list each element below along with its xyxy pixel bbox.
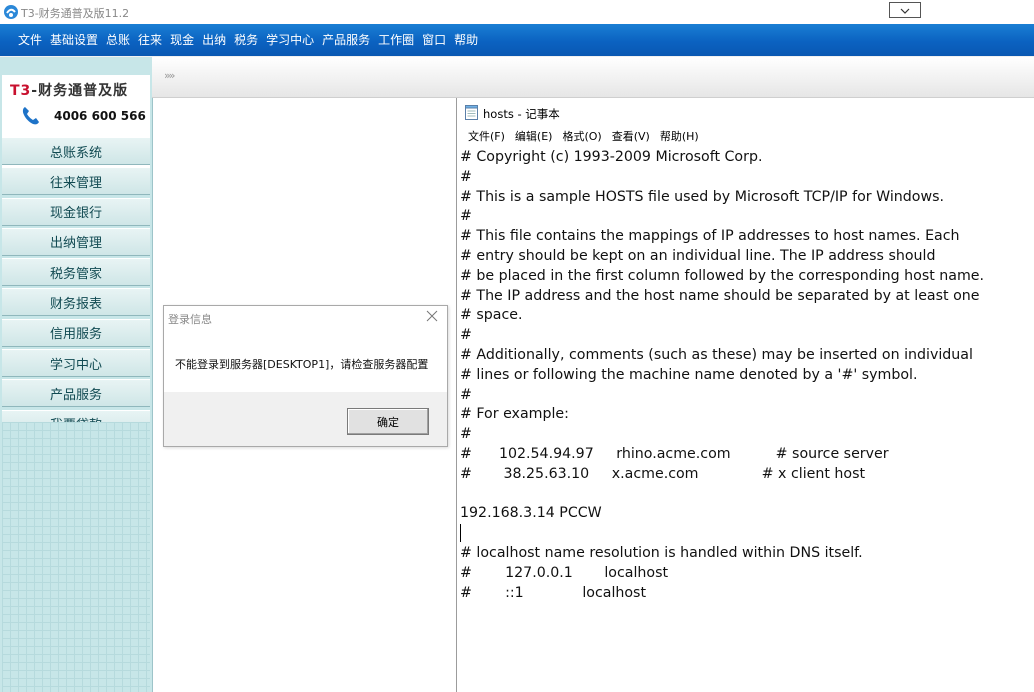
text-line: # Copyright (c) 1993-2009 Microsoft Corp… [460, 149, 763, 165]
sidebar-nav: 总账系统往来管理现金银行出纳管理税务管家财务报表信用服务学习中心产品服务我要贷款 [2, 137, 150, 440]
sidebar-item[interactable]: 财务报表 [2, 288, 150, 317]
sidebar: T3-财务通普及版 4006 600 566 总账系统 往来管理 现金银行 出纳管理税… [0, 57, 153, 692]
dialog-header: 登录信息 [164, 306, 447, 334]
notepad-title: hosts - 记事本 [483, 107, 560, 121]
brand-logo: T3-财务通普及版 [10, 80, 128, 100]
menu-item[interactable]: 往来 [134, 32, 166, 48]
menu-item[interactable]: 税务 [230, 32, 262, 48]
notepad-menu-item[interactable]: 文件(F) [463, 128, 510, 144]
sidebar-item[interactable]: 出纳管理 [2, 227, 150, 256]
sidebar-item[interactable]: 总账系统 [2, 137, 150, 165]
menu-item[interactable]: 窗口 [418, 32, 450, 48]
sidebar-background [2, 422, 150, 692]
sidebar-item[interactable]: 学习中心 [2, 349, 150, 378]
text-line: # 38.25.63.10 x.acme.com # x client host [460, 465, 866, 482]
text-line: # Additionally, comments (such as these)… [460, 346, 973, 363]
expand-sidebar-icon[interactable]: »» [164, 69, 176, 82]
main-menu-bar: 文件 基础设置 总账 往来 现金 出纳 税务 学习中心 产品服务 工作圈 窗口 帮助 [0, 24, 1034, 56]
close-icon[interactable] [426, 310, 438, 326]
text-line: # [460, 168, 472, 185]
menu-items: 文件 基础设置 总账 往来 现金 出纳 税务 学习中心 产品服务 工作圈 窗口 帮助 [14, 32, 482, 48]
text-line [460, 524, 1030, 544]
notepad-menu-item[interactable]: 编辑(E) [510, 128, 558, 144]
login-info-dialog: 登录信息 不能登录到服务器[DESKTOP1]，请检查服务器配置 确定 [163, 305, 448, 447]
text-line: # 102.54.94.97 rhino.acme.com # source s… [460, 445, 889, 462]
text-line: # entry should be kept on an individual … [460, 247, 936, 264]
dialog-message: 不能登录到服务器[DESKTOP1]，请检查服务器配置 [175, 358, 429, 371]
text-line: # space. [460, 307, 523, 324]
phone-icon [20, 105, 42, 127]
text-line: # [460, 426, 472, 443]
support-phone: 4006 600 566 [54, 109, 146, 123]
text-line: # This file contains the mappings of IP … [460, 228, 960, 245]
text-line: # localhost name resolution is handled w… [460, 544, 863, 561]
notepad-window: hosts - 记事本 文件(F) 编辑(E) 格式(O) 查看(V) 帮助(H) # … [456, 98, 1034, 692]
text-line: # [460, 386, 472, 403]
sidebar-item[interactable]: 信用服务 [2, 318, 150, 347]
dialog-body: 不能登录到服务器[DESKTOP1]，请检查服务器配置 [164, 334, 447, 392]
text-line: # 127.0.0.1 localhost [460, 564, 669, 581]
text-line: # For example: [460, 406, 569, 423]
chevron-down-icon [900, 3, 910, 17]
text-line: # This is a sample HOSTS file used by Mi… [460, 188, 944, 205]
text-caret [460, 524, 461, 543]
text-line: # [460, 327, 472, 344]
text-line: # lines or following the machine name de… [460, 366, 918, 383]
text-line: # [460, 208, 472, 225]
brand-prefix: T3 [10, 83, 32, 99]
text-line: # The IP address and the host name shoul… [460, 287, 980, 304]
menu-item[interactable]: 学习中心 [262, 32, 318, 48]
menu-item[interactable]: 总账 [102, 32, 134, 48]
text-line: # be placed in the first column followed… [460, 267, 985, 284]
menu-item[interactable]: 文件 [14, 32, 46, 48]
t3-app-icon [3, 4, 19, 20]
notepad-menu-item[interactable]: 帮助(H) [655, 128, 704, 144]
sidebar-item[interactable]: 税务管家 [2, 258, 150, 287]
notepad-menu-item[interactable]: 查看(V) [607, 128, 655, 144]
window-title: T3-财务通普及版11.2 [21, 7, 130, 20]
dialog-title: 登录信息 [168, 313, 212, 326]
notepad-text-area[interactable]: # Copyright (c) 1993-2009 Microsoft Corp… [460, 148, 1030, 603]
text-line: # ::1 localhost [460, 584, 647, 601]
menu-item[interactable]: 工作圈 [374, 32, 418, 48]
notepad-menu-item[interactable]: 格式(O) [557, 128, 606, 144]
sidebar-item[interactable]: 往来管理 [2, 167, 150, 196]
text-line [460, 485, 1030, 505]
notepad-icon [465, 105, 478, 123]
menu-item[interactable]: 产品服务 [318, 32, 374, 48]
ok-button[interactable]: 确定 [347, 408, 429, 435]
menu-item[interactable]: 基础设置 [46, 32, 102, 48]
menu-item[interactable]: 现金 [166, 32, 198, 48]
sidebar-item[interactable]: 现金银行 [2, 197, 150, 226]
notepad-menu-bar: 文件(F) 编辑(E) 格式(O) 查看(V) 帮助(H) [463, 128, 704, 144]
menu-item[interactable]: 出纳 [198, 32, 230, 48]
brand-name: -财务通普及版 [31, 83, 129, 99]
notepad-titlebar: hosts - 记事本 [465, 105, 560, 123]
title-bar: T3-财务通普及版11.2 [0, 0, 1034, 24]
workspace-header: »» [152, 57, 1034, 98]
window-menu-button[interactable] [889, 2, 921, 18]
sidebar-item[interactable]: 产品服务 [2, 379, 150, 408]
menu-item[interactable]: 帮助 [450, 32, 482, 48]
text-line: 192.168.3.14 PCCW [460, 505, 602, 522]
